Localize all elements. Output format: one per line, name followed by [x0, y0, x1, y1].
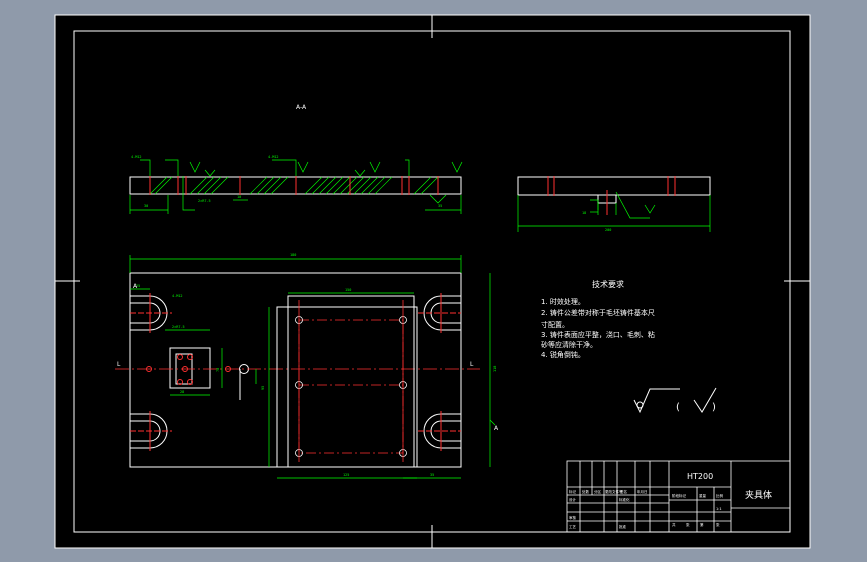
- stage-cell: 比例: [716, 493, 724, 498]
- tech-item: 1. 时效处理。: [541, 297, 585, 306]
- dim-text-95: 95: [261, 386, 265, 390]
- row-label: 设计: [569, 497, 577, 502]
- dim-text-slot: 2×R7.5: [198, 199, 211, 203]
- cad-drawing-window: A-A 30 10 35 4-M12 4-M12 2×R7.5 200 18 1…: [0, 0, 867, 562]
- header-cell: 年月日: [637, 489, 648, 494]
- dim-text-slot-plan: 2×R7.5: [172, 325, 185, 329]
- drawing-sheet: A-A 30 10 35 4-M12 4-M12 2×R7.5 200 18 1…: [54, 14, 811, 549]
- tech-title: 技术要求: [592, 279, 624, 289]
- dim-text-78: 78: [216, 368, 220, 372]
- dim-text-28: 28: [180, 390, 184, 394]
- header-cell: 标记: [569, 489, 577, 494]
- sheet-background: [54, 14, 811, 549]
- bottom-cell: 共: [672, 522, 676, 527]
- dim-text-125: 125: [343, 473, 349, 477]
- stage-cell: 重量: [699, 493, 707, 498]
- dim-text-200-side: 200: [605, 228, 611, 232]
- tech-item: 3. 铸件表面应平整，浇口、毛刺、粘: [541, 330, 655, 339]
- tech-item: 寸配置。: [541, 320, 569, 329]
- dim-text-10: 10: [237, 195, 241, 199]
- stage-cell: 阶段标记: [672, 493, 686, 498]
- bottom-cell: 第: [700, 522, 704, 527]
- roughness-open-paren: (: [676, 402, 680, 413]
- scale-value: 1:1: [716, 507, 722, 511]
- tech-item: 2. 铸件公差带对称于毛坯铸件基本尺: [541, 308, 655, 317]
- dim-text-30: 30: [144, 204, 148, 208]
- roughness-close-paren: ): [712, 402, 716, 413]
- header-cell: 分区: [594, 489, 602, 494]
- material-label: HT200: [687, 472, 713, 481]
- tech-item: 砂等应清除干净。: [541, 340, 597, 349]
- dim-text-150: 150: [345, 288, 351, 292]
- row-label: 工艺: [569, 524, 577, 529]
- dim-text-180: 180: [290, 253, 296, 257]
- dim-text-m12: 4-M12: [131, 155, 142, 159]
- tech-item: 4. 锐角倒钝。: [541, 350, 585, 359]
- header-cell: 处数: [582, 489, 590, 494]
- dim-text-18: 18: [582, 211, 586, 215]
- bottom-cell: 张: [686, 522, 690, 527]
- row-label: 审核: [569, 515, 577, 520]
- section-label: A-A: [296, 104, 307, 111]
- dim-text-m12-b: 4-M12: [268, 155, 279, 159]
- dim-text-118: 118: [493, 366, 497, 372]
- mid-cell: 批准: [619, 524, 627, 529]
- mid-cell: 标准化: [619, 497, 630, 502]
- dim-text-m12-plan: 4-M12: [172, 294, 183, 298]
- dim-text-35: 35: [438, 204, 442, 208]
- part-name: 夹具体: [745, 489, 772, 501]
- header-cell: 签名: [620, 489, 627, 494]
- bottom-cell: 张: [716, 522, 720, 527]
- dim-text-35b: 35: [430, 473, 434, 477]
